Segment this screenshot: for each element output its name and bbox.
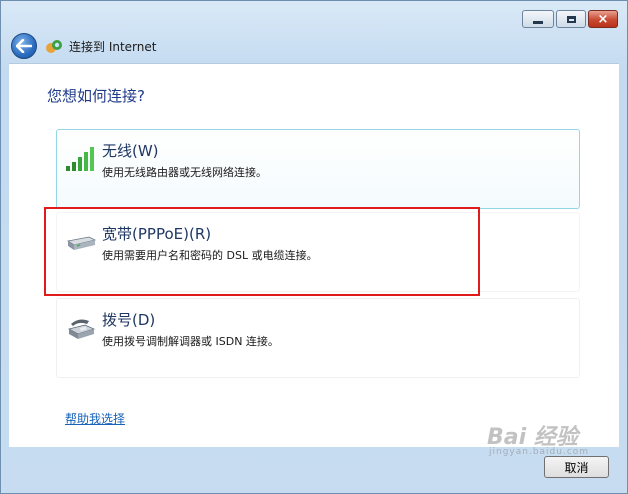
page-question: 您想如何连接? <box>47 87 145 105</box>
option-broadband[interactable]: 宽带(PPPoE)(R) 使用需要用户名和密码的 DSL 或电缆连接。 <box>56 212 580 292</box>
maximize-button[interactable] <box>556 10 586 28</box>
option-description: 使用拨号调制解调器或 ISDN 连接。 <box>102 335 279 348</box>
option-wireless[interactable]: 无线(W) 使用无线路由器或无线网络连接。 <box>56 129 580 209</box>
title-bar: × 连接到 Internet <box>1 1 627 63</box>
close-icon: × <box>597 11 609 27</box>
minimize-icon <box>533 20 543 24</box>
minimize-button[interactable] <box>522 10 554 28</box>
footer: 取消 <box>1 447 627 493</box>
dialog-window: × 连接到 Internet 您想如何连接? 无线(W) 使用无线路由器或无线网… <box>0 0 628 494</box>
option-description: 使用无线路由器或无线网络连接。 <box>102 166 267 179</box>
back-button[interactable] <box>11 33 37 59</box>
option-title: 宽带(PPPoE)(R) <box>102 225 212 243</box>
cancel-button[interactable]: 取消 <box>544 456 609 478</box>
content-panel: 您想如何连接? 无线(W) 使用无线路由器或无线网络连接。 宽带(PPPoE)(… <box>9 63 619 447</box>
window-title: 连接到 Internet <box>69 40 157 54</box>
help-choose-link[interactable]: 帮助我选择 <box>65 410 125 427</box>
maximize-icon <box>566 15 576 23</box>
back-arrow-icon <box>16 39 32 53</box>
close-button[interactable]: × <box>588 10 618 28</box>
option-dialup[interactable]: 拨号(D) 使用拨号调制解调器或 ISDN 连接。 <box>56 298 580 378</box>
wireless-signal-icon <box>66 147 94 171</box>
broadband-modem-icon <box>66 236 97 250</box>
option-title: 无线(W) <box>102 142 159 160</box>
network-globe-icon <box>46 40 62 53</box>
dialup-phone-icon <box>67 319 96 339</box>
option-description: 使用需要用户名和密码的 DSL 或电缆连接。 <box>102 249 318 262</box>
option-title: 拨号(D) <box>102 311 156 329</box>
